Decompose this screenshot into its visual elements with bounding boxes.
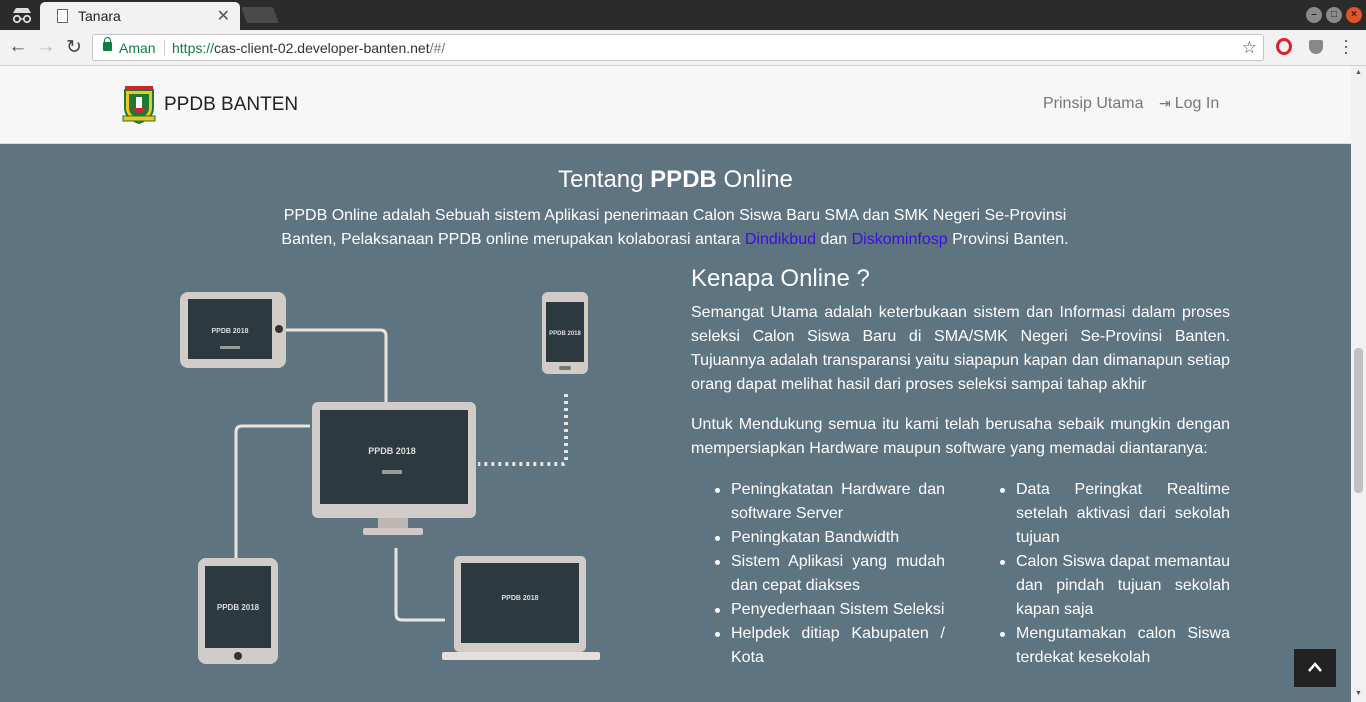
security-label: Aman [119, 40, 156, 56]
bookmark-star-icon[interactable]: ☆ [1242, 38, 1257, 58]
scroll-down-arrow[interactable]: ▼ [1355, 690, 1362, 697]
opera-extension-icon[interactable] [1276, 38, 1292, 55]
page-scrollbar[interactable]: ▲ ▼ [1351, 66, 1366, 702]
list-item: Peningkatan Bandwidth [715, 526, 945, 550]
nav-prinsip-utama[interactable]: Prinsip Utama [1043, 95, 1143, 113]
lock-icon [103, 37, 112, 51]
new-tab-button[interactable] [241, 7, 279, 23]
browser-tab-strip: Tanara ✕ – □ × [0, 0, 1366, 30]
close-window-button[interactable]: × [1346, 7, 1362, 23]
minimize-window-button[interactable]: – [1306, 7, 1322, 23]
svg-text:PPDB 2018: PPDB 2018 [212, 328, 249, 335]
scrollbar-thumb[interactable] [1354, 348, 1363, 493]
banten-logo[interactable] [121, 86, 157, 124]
why-online-paragraph-1: Semangat Utama adalah keterbukaan sistem… [691, 304, 1230, 393]
features-list-left: Peningkatatan Hardware dan software Serv… [715, 478, 945, 670]
list-item: Calon Siswa dapat memantau dan pindah tu… [1000, 550, 1230, 622]
svg-text:PPDB 2018: PPDB 2018 [368, 446, 416, 456]
scroll-to-top-button[interactable] [1294, 649, 1336, 687]
nav-log-in[interactable]: ⇥ Log In [1159, 95, 1219, 113]
list-item: Peningkatatan Hardware dan software Serv… [715, 478, 945, 526]
list-item: Sistem Aplikasi yang mudah dan cepat dia… [715, 550, 945, 598]
browser-toolbar: ← → ↻ Aman https://cas-client-02.develop… [0, 30, 1366, 66]
address-bar[interactable]: Aman https://cas-client-02.developer-ban… [92, 34, 1264, 61]
why-online-paragraph-2: Untuk Mendukung semua itu kami telah ber… [691, 416, 1230, 457]
scroll-up-arrow[interactable]: ▲ [1355, 69, 1362, 76]
list-item: Penyederhaan Sistem Seleksi [715, 598, 945, 622]
forward-button[interactable]: → [34, 36, 58, 58]
list-item: Helpdek ditiap Kabupaten / Kota [715, 622, 945, 670]
features-list-right: Data Peringkat Realtime setelah aktivasi… [1000, 478, 1230, 670]
svg-text:PPDB 2018: PPDB 2018 [502, 595, 539, 602]
list-item: Data Peringkat Realtime setelah aktivasi… [1000, 478, 1230, 550]
svg-text:PPDB 2018: PPDB 2018 [217, 603, 260, 612]
tab-title: Tanara [78, 8, 121, 24]
svg-text:PPDB 2018: PPDB 2018 [549, 331, 581, 337]
browser-tab[interactable]: Tanara ✕ [40, 2, 240, 30]
about-paragraph: PPDB Online adalah Sebuah sistem Aplikas… [281, 207, 1069, 248]
about-heading: Tentang PPDB Online [558, 166, 793, 193]
chevron-up-icon [1308, 662, 1322, 672]
site-navbar: PPDB BANTEN Prinsip Utama ⇥ Log In [0, 66, 1351, 144]
sign-in-icon: ⇥ [1159, 95, 1171, 111]
page-content: PPDB BANTEN Prinsip Utama ⇥ Log In Tentan… [0, 66, 1351, 702]
page-icon [57, 9, 68, 23]
devices-illustration: PPDB 2018 PPDB 2018 PPDB 2018 PPDB 2018 … [180, 292, 600, 664]
url-text[interactable]: https://cas-client-02.developer-banten.n… [172, 40, 445, 56]
back-button[interactable]: ← [6, 36, 30, 58]
shield-extension-icon[interactable] [1309, 40, 1323, 54]
why-online-heading: Kenapa Online ? [691, 265, 870, 292]
close-tab-icon[interactable]: ✕ [217, 6, 230, 26]
list-item: Mengutamakan calon Siswa terdekat keseko… [1000, 622, 1230, 670]
why-online-section: Kenapa Online ? Semangat Utama adalah ke… [691, 265, 1230, 477]
site-brand[interactable]: PPDB BANTEN [164, 94, 298, 116]
diskominfosp-link[interactable]: Diskominfosp [852, 231, 948, 248]
maximize-window-button[interactable]: □ [1326, 7, 1342, 23]
dindikbud-link[interactable]: Dindikbud [745, 231, 816, 248]
incognito-icon [12, 8, 32, 24]
browser-menu-icon[interactable]: · · · [1342, 31, 1350, 61]
reload-button[interactable]: ↻ [62, 36, 86, 59]
